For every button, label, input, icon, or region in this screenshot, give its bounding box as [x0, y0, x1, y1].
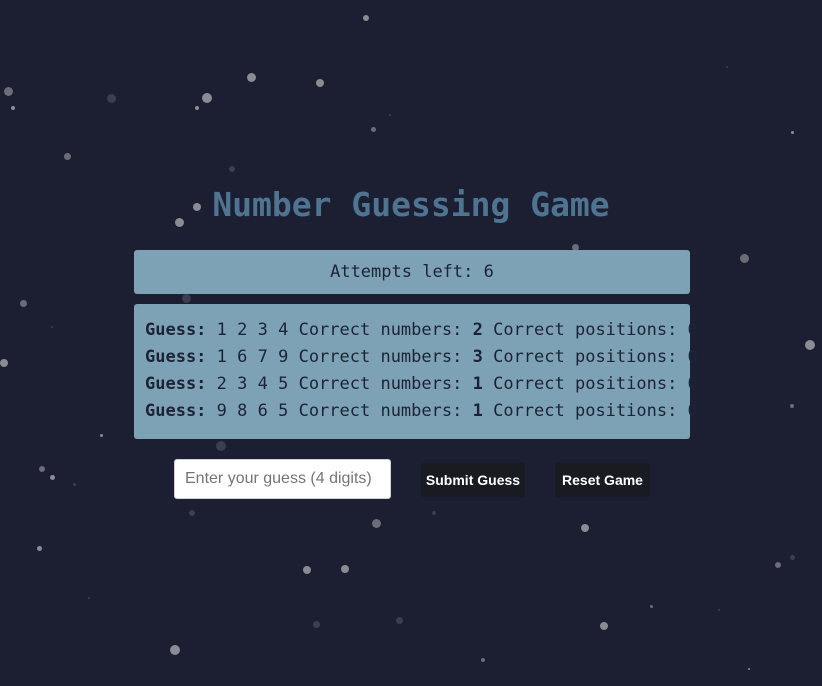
correct-positions-value: 0	[687, 401, 698, 421]
guess-label: Guess:	[145, 347, 207, 367]
correct-positions-label: Correct positions:	[493, 374, 678, 394]
guess-history-panel: Guess: 1 2 3 4 Correct numbers: 2 Correc…	[134, 304, 698, 439]
star	[341, 565, 349, 573]
attempts-panel: Attempts left: 6	[134, 250, 690, 294]
star	[316, 79, 324, 87]
star	[790, 555, 795, 560]
star	[182, 294, 191, 303]
star	[51, 326, 53, 328]
correct-numbers-label: Correct numbers:	[298, 347, 463, 367]
attempts-value: 6	[483, 262, 494, 282]
star	[718, 609, 720, 611]
correct-positions-label: Correct positions:	[493, 401, 678, 421]
star	[363, 15, 369, 21]
correct-numbers-label: Correct numbers:	[298, 374, 463, 394]
correct-numbers-value: 1	[472, 401, 483, 421]
correct-positions-value: 0	[687, 320, 698, 340]
star	[791, 131, 794, 134]
star	[0, 359, 8, 367]
history-row: Guess: 2 3 4 5 Correct numbers: 1 Correc…	[145, 371, 698, 398]
star	[88, 597, 90, 599]
correct-positions-value: 0	[687, 374, 698, 394]
history-row: Guess: 1 6 7 9 Correct numbers: 3 Correc…	[145, 344, 698, 371]
history-row: Guess: 1 2 3 4 Correct numbers: 2 Correc…	[145, 317, 698, 344]
correct-numbers-label: Correct numbers:	[298, 320, 463, 340]
star	[247, 73, 256, 82]
star	[748, 668, 750, 670]
star	[107, 94, 116, 103]
guess-label: Guess:	[145, 374, 207, 394]
star	[389, 114, 391, 116]
star	[64, 153, 71, 160]
star	[20, 300, 27, 307]
reset-game-button[interactable]: Reset Game	[555, 463, 650, 497]
guess-label: Guess:	[145, 401, 207, 421]
guess-input[interactable]	[174, 459, 391, 499]
star	[372, 519, 381, 528]
star	[37, 546, 42, 551]
star	[100, 434, 103, 437]
submit-guess-button[interactable]: Submit Guess	[421, 463, 525, 497]
correct-numbers-value: 2	[472, 320, 483, 340]
star	[202, 93, 212, 103]
correct-positions-label: Correct positions:	[493, 347, 678, 367]
star	[303, 566, 311, 574]
star	[726, 66, 728, 68]
star	[216, 441, 226, 451]
star	[189, 510, 195, 516]
star	[581, 524, 589, 532]
guess-digits: 1 2 3 4	[216, 320, 289, 340]
star	[775, 562, 781, 568]
star	[229, 166, 235, 172]
star	[432, 511, 436, 515]
star	[313, 621, 320, 628]
guess-digits: 1 6 7 9	[216, 347, 289, 367]
correct-numbers-value: 3	[472, 347, 483, 367]
guess-label: Guess:	[145, 320, 207, 340]
star	[396, 617, 403, 624]
star	[170, 645, 180, 655]
guess-digits: 2 3 4 5	[216, 374, 289, 394]
star	[371, 127, 376, 132]
correct-positions-label: Correct positions:	[493, 320, 678, 340]
star	[805, 340, 815, 350]
star	[600, 622, 608, 630]
correct-positions-value: 0	[687, 347, 698, 367]
attempts-label: Attempts left:	[330, 262, 474, 282]
star	[11, 106, 15, 110]
guess-digits: 9 8 6 5	[216, 401, 289, 421]
correct-numbers-label: Correct numbers:	[298, 401, 463, 421]
game-title: Number Guessing Game	[212, 185, 610, 224]
star	[73, 483, 76, 486]
star	[740, 254, 749, 263]
star	[650, 605, 653, 608]
star	[195, 106, 199, 110]
star	[481, 658, 485, 662]
star	[790, 404, 794, 408]
star	[50, 475, 55, 480]
star	[39, 466, 45, 472]
star	[4, 87, 13, 96]
correct-numbers-value: 1	[472, 374, 483, 394]
history-row: Guess: 9 8 6 5 Correct numbers: 1 Correc…	[145, 398, 698, 425]
